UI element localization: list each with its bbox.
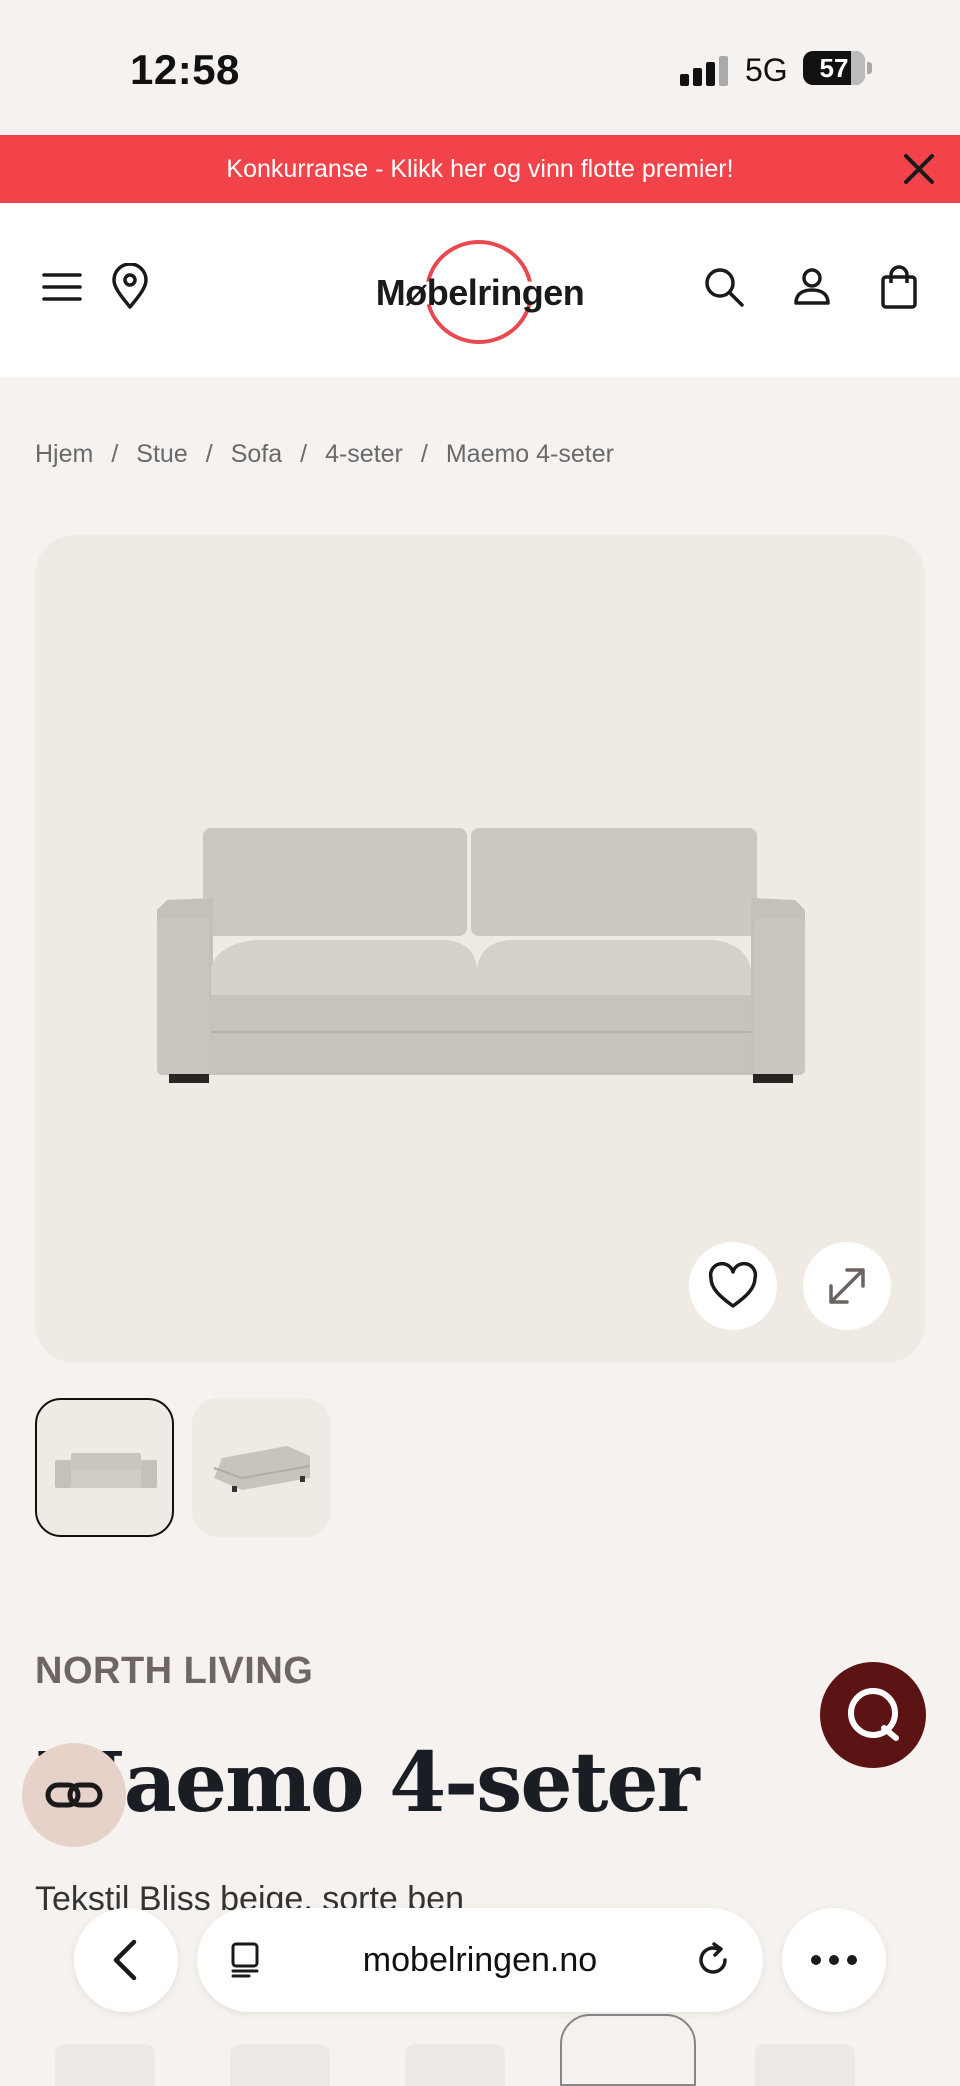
thumbnail-1[interactable] xyxy=(35,1398,174,1537)
menu-icon[interactable] xyxy=(38,263,86,311)
search-icon[interactable] xyxy=(700,263,748,311)
breadcrumb-separator: / xyxy=(420,440,428,468)
product-brand[interactable]: NORTH LIVING xyxy=(35,1650,313,1693)
link-share-button[interactable] xyxy=(22,1743,126,1847)
heart-icon xyxy=(708,1261,758,1308)
chevron-left-icon xyxy=(113,1939,137,1981)
address-bar[interactable]: mobelringen.no xyxy=(197,1908,763,2012)
network-label: 5G xyxy=(745,52,788,88)
thumbnail-image xyxy=(213,1446,311,1492)
thumbnail-2[interactable] xyxy=(192,1398,331,1537)
site-header: Møbelringen xyxy=(0,203,960,377)
battery-icon: 57 xyxy=(803,51,865,85)
breadcrumb-item[interactable]: 4-seter xyxy=(325,440,403,469)
browser-toolbar: mobelringen.no xyxy=(0,1900,960,2086)
sofa-image xyxy=(157,828,805,1083)
site-logo[interactable]: Møbelringen xyxy=(370,238,590,348)
close-icon[interactable] xyxy=(902,152,936,186)
expand-icon xyxy=(829,1268,865,1304)
battery-level: 57 xyxy=(819,53,849,83)
user-icon[interactable] xyxy=(788,263,836,311)
breadcrumb-item[interactable]: Stue xyxy=(136,440,187,469)
breadcrumb: Hjem / Stue / Sofa / 4-seter / Maemo 4-seter xyxy=(35,440,614,469)
breadcrumb-item[interactable]: Sofa xyxy=(231,440,282,469)
expand-image-button[interactable] xyxy=(803,1242,891,1330)
status-bar: 12:58 5G 57 xyxy=(0,0,960,135)
promo-text: Konkurranse - Klikk her og vinn flotte p… xyxy=(226,155,734,183)
product-image-gallery[interactable] xyxy=(35,535,925,1363)
back-button[interactable] xyxy=(74,1908,178,2012)
thumbnail-image xyxy=(55,1453,157,1488)
link-icon xyxy=(45,1782,103,1808)
more-icon xyxy=(811,1955,857,1965)
logo-text: Møbelringen xyxy=(375,272,585,313)
reload-icon[interactable] xyxy=(693,1940,733,1980)
shopping-bag-icon[interactable] xyxy=(875,263,923,311)
breadcrumb-separator: / xyxy=(300,440,308,468)
promo-banner[interactable]: Konkurranse - Klikk her og vinn flotte p… xyxy=(0,135,960,203)
chat-button[interactable] xyxy=(820,1662,926,1768)
product-title: Maemo 4-seter xyxy=(35,1735,700,1831)
url-text: mobelringen.no xyxy=(362,1941,598,1979)
breadcrumb-separator: / xyxy=(111,440,119,468)
status-time: 12:58 xyxy=(130,46,240,93)
breadcrumb-item[interactable]: Hjem xyxy=(35,440,93,469)
chat-icon xyxy=(848,1688,899,1741)
breadcrumb-separator: / xyxy=(205,440,213,468)
signal-icon xyxy=(680,56,728,86)
more-options-button[interactable] xyxy=(782,1908,886,2012)
favorite-button[interactable] xyxy=(689,1242,777,1330)
location-pin-icon[interactable] xyxy=(106,263,154,311)
breadcrumb-current: Maemo 4-seter xyxy=(445,440,614,468)
